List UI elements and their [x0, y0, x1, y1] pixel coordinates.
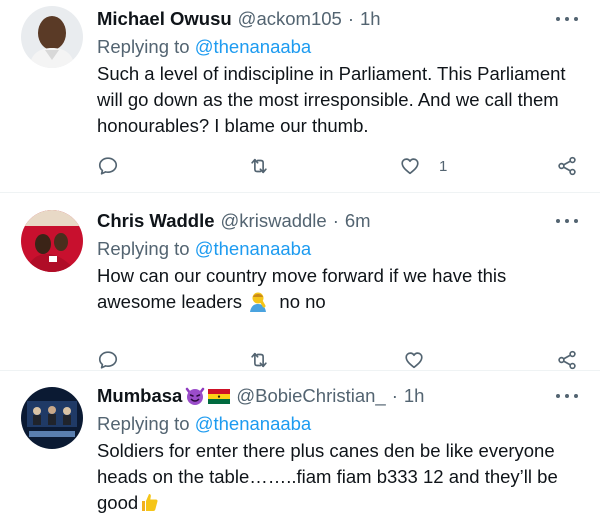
share-button[interactable] [556, 154, 578, 178]
replying-to-link[interactable]: @thenanaaba [195, 36, 312, 57]
reply-icon [98, 157, 118, 175]
replying-to-link[interactable]: @thenanaaba [195, 413, 312, 434]
display-name[interactable]: Michael Owusu [97, 8, 232, 30]
smiling-imp-emoji-icon [186, 387, 205, 405]
replying-to: Replying to @thenanaaba [97, 235, 580, 263]
separator: · [332, 210, 339, 231]
thumbs-up-emoji-icon [142, 494, 158, 511]
replying-to: Replying to @thenanaaba [97, 33, 580, 61]
share-icon [558, 350, 576, 370]
reply-icon [98, 351, 118, 369]
tweet[interactable]: Mumbasa @BobieChristian_ · 1h Replying t… [0, 371, 600, 519]
tweet-text: Soldiers for enter there plus canes den … [97, 438, 580, 516]
tweet[interactable]: Chris Waddle @kriswaddle · 6m Replying t… [0, 193, 600, 371]
tweet[interactable]: Michael Owusu @ackom105 · 1h Replying to… [0, 0, 600, 193]
timestamp[interactable]: 1h [360, 8, 381, 30]
reply-button[interactable] [97, 348, 119, 372]
retweet-icon [251, 158, 267, 174]
replying-prefix: Replying to [97, 238, 190, 259]
share-button[interactable] [556, 348, 578, 372]
user-handle[interactable]: @BobieChristian_ [236, 385, 385, 407]
like-count: 1 [439, 157, 448, 175]
ghana-flag-icon [208, 388, 231, 404]
like-button[interactable]: 1 [399, 154, 447, 178]
replying-to: Replying to @thenanaaba [97, 410, 580, 438]
tweet-text: Such a level of indiscipline in Parliame… [97, 63, 571, 136]
action-bar [97, 348, 580, 372]
replying-prefix: Replying to [97, 413, 190, 434]
separator: · [347, 8, 354, 29]
replies-feed: Michael Owusu @ackom105 · 1h Replying to… [0, 0, 600, 519]
tweet-text-part: no no [279, 291, 326, 312]
more-icon[interactable] [556, 391, 578, 401]
retweet-button[interactable] [248, 154, 270, 178]
replying-prefix: Replying to [97, 36, 190, 57]
tweet-text: How can our country move forward if we h… [97, 263, 580, 315]
separator: · [391, 385, 398, 406]
avatar[interactable] [21, 210, 83, 272]
action-bar: 1 [97, 154, 580, 178]
heart-icon [405, 352, 423, 369]
like-button[interactable] [403, 348, 425, 372]
person-facepalming-emoji-icon [250, 292, 267, 312]
user-handle[interactable]: @ackom105 [238, 8, 342, 30]
reply-button[interactable] [97, 154, 119, 178]
more-icon[interactable] [556, 14, 578, 24]
heart-icon [401, 158, 419, 175]
replying-to-link[interactable]: @thenanaaba [195, 238, 312, 259]
share-icon [558, 156, 576, 176]
timestamp[interactable]: 1h [404, 385, 425, 407]
display-name[interactable]: Chris Waddle [97, 210, 215, 232]
tweet-text-part: Soldiers for enter there plus canes den … [97, 440, 563, 513]
retweet-icon [251, 352, 267, 368]
retweet-button[interactable] [248, 348, 270, 372]
avatar[interactable] [21, 6, 83, 68]
display-name[interactable]: Mumbasa [97, 385, 182, 407]
more-icon[interactable] [556, 216, 578, 226]
avatar[interactable] [21, 387, 83, 449]
timestamp[interactable]: 6m [345, 210, 371, 232]
user-handle[interactable]: @kriswaddle [221, 210, 327, 232]
